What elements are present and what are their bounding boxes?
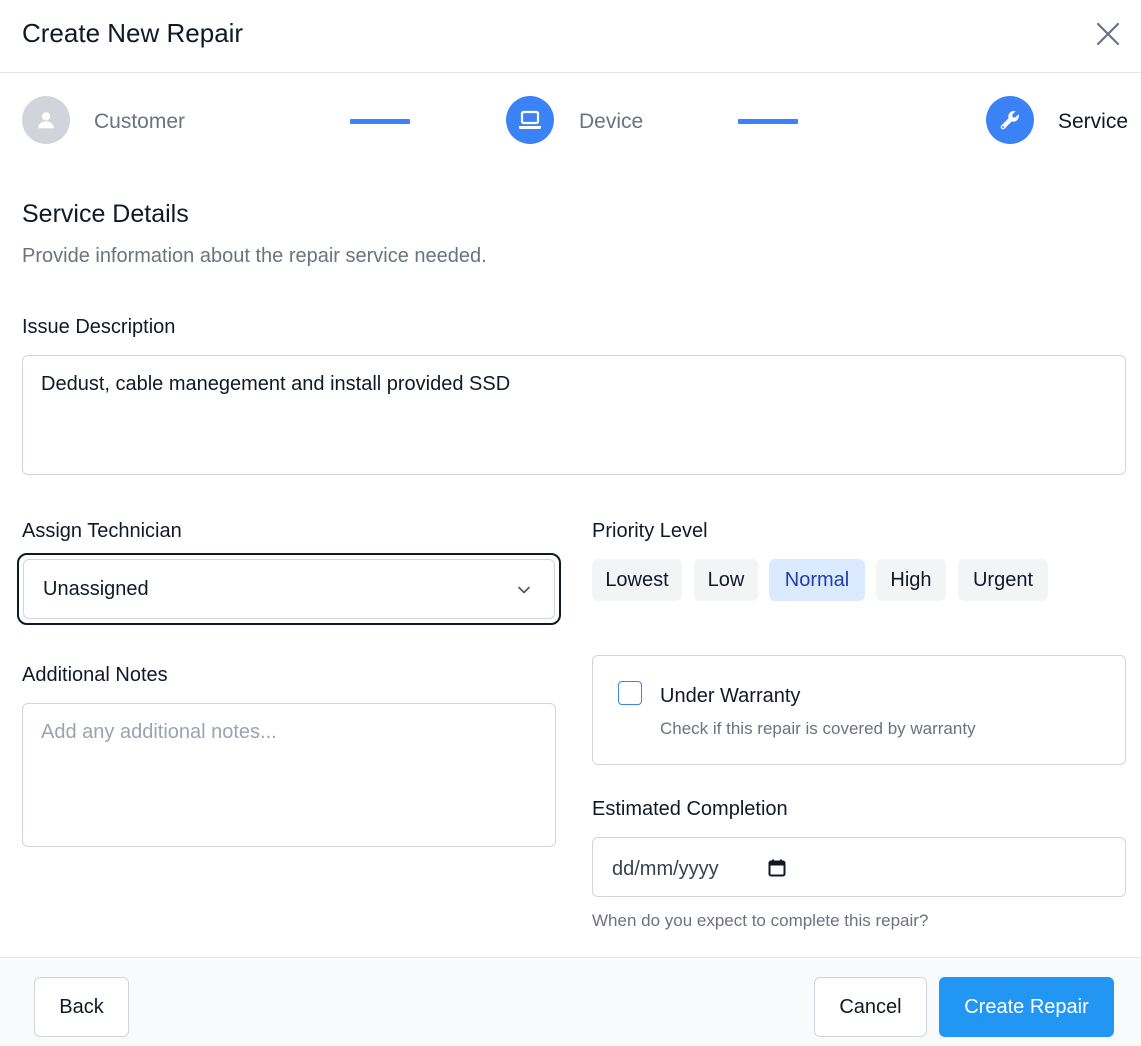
issue-description-label: Issue Description [22, 316, 176, 338]
back-button[interactable]: Back [34, 977, 129, 1037]
user-icon [38, 112, 54, 129]
step-label-customer: Customer [94, 110, 186, 133]
step-device [506, 96, 554, 144]
technician-select[interactable]: Unassigned [17, 553, 561, 625]
priority-level-label: Priority Level [592, 520, 708, 542]
step-connector [350, 119, 410, 124]
chevron-down-icon [518, 586, 530, 594]
calendar-icon[interactable] [767, 858, 787, 878]
priority-normal-button[interactable]: Normal [769, 559, 865, 601]
step-service [986, 96, 1034, 144]
technician-select-value[interactable]: Unassigned [23, 559, 555, 619]
priority-high-button[interactable]: High [876, 559, 946, 601]
dialog-footer: Back Cancel Create Repair [0, 957, 1141, 1046]
warranty-checkbox[interactable] [618, 681, 642, 705]
cancel-button[interactable]: Cancel [814, 977, 927, 1037]
estimated-completion-input[interactable]: dd/mm/yyyy [592, 837, 1126, 897]
section-subtitle: Provide information about the repair ser… [22, 245, 487, 267]
wrench-icon [1000, 111, 1019, 130]
assign-technician-label: Assign Technician [22, 520, 182, 542]
close-button[interactable] [1092, 18, 1124, 50]
warranty-title: Under Warranty [660, 685, 801, 707]
laptop-icon [519, 110, 541, 129]
step-customer [22, 96, 70, 144]
warranty-description: Check if this repair is covered by warra… [660, 719, 976, 738]
close-icon [1096, 22, 1120, 46]
date-placeholder: dd/mm/yyyy [612, 858, 719, 880]
create-repair-button[interactable]: Create Repair [939, 977, 1114, 1037]
stepper: Customer Device Service [0, 96, 1141, 146]
priority-lowest-button[interactable]: Lowest [592, 559, 682, 601]
estimated-completion-label: Estimated Completion [592, 798, 788, 820]
technician-selected-text: Unassigned [43, 577, 149, 600]
date-help-text: When do you expect to complete this repa… [592, 911, 929, 930]
step-connector [738, 119, 798, 124]
section-title: Service Details [22, 200, 189, 228]
dialog-header: Create New Repair [0, 0, 1141, 73]
priority-urgent-button[interactable]: Urgent [958, 559, 1048, 601]
dialog-title: Create New Repair [22, 18, 244, 48]
additional-notes-textarea[interactable]: Add any additional notes... [22, 703, 556, 847]
step-label-service: Service [1058, 110, 1129, 133]
issue-description-textarea[interactable]: Dedust, cable manegement and install pro… [22, 355, 1126, 475]
priority-low-button[interactable]: Low [694, 559, 758, 601]
additional-notes-label: Additional Notes [22, 664, 168, 686]
step-label-device: Device [579, 110, 644, 133]
warranty-card: Under Warranty Check if this repair is c… [592, 655, 1126, 765]
